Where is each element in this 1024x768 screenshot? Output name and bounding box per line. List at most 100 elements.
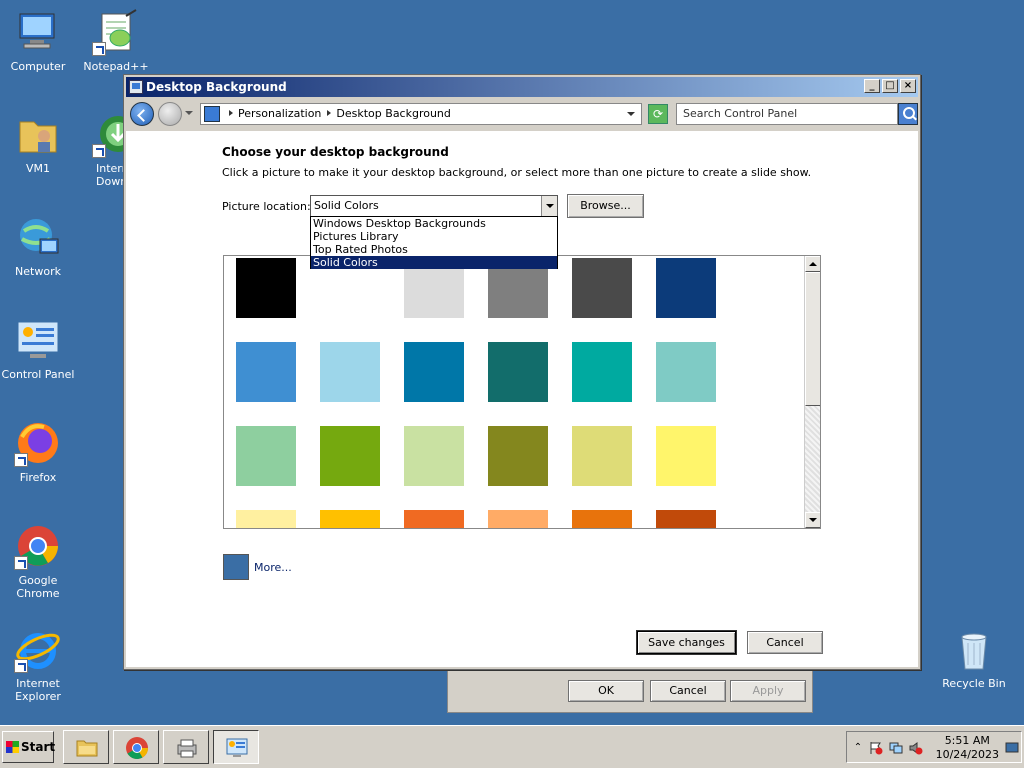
cancel-button[interactable]: Cancel: [747, 631, 823, 654]
breadcrumb-desktop-background[interactable]: Desktop Background: [336, 107, 451, 120]
apply-button[interactable]: Apply: [730, 680, 806, 702]
ok-button[interactable]: OK: [568, 680, 644, 702]
vertical-scrollbar[interactable]: [804, 256, 820, 528]
picture-location-select[interactable]: Solid Colors: [310, 195, 558, 217]
taskbar-network-printer[interactable]: [163, 730, 209, 764]
color-swatch-panel: [223, 255, 821, 529]
clock[interactable]: 5:51 AM 10/24/2023: [936, 734, 999, 762]
window-title: Desktop Background: [146, 80, 287, 94]
chevron-down-icon[interactable]: [627, 112, 635, 116]
volume-muted-icon[interactable]: [909, 741, 923, 755]
color-swatch[interactable]: [320, 342, 380, 402]
clock-time: 5:51 AM: [944, 734, 990, 747]
more-colors-swatch[interactable]: [223, 554, 249, 580]
main-content: Choose your desktop background Click a p…: [126, 131, 918, 667]
color-swatch[interactable]: [488, 342, 548, 402]
cancel-button[interactable]: Cancel: [650, 680, 726, 702]
breadcrumb-arrow-icon[interactable]: [229, 110, 233, 116]
desktop-icon-label: Notepad++: [83, 60, 149, 73]
forward-button[interactable]: [158, 102, 182, 126]
search-icon[interactable]: [898, 103, 918, 125]
browse-button[interactable]: Browse...: [567, 194, 644, 218]
shortcut-arrow-icon: [14, 453, 28, 467]
recent-pages-dropdown[interactable]: [185, 111, 193, 115]
picture-location-value: Solid Colors: [314, 199, 379, 212]
refresh-button[interactable]: ⟳: [648, 104, 668, 124]
scroll-thumb[interactable]: [805, 272, 820, 406]
dropdown-option[interactable]: Windows Desktop Backgrounds: [311, 217, 557, 230]
taskbar-control-panel[interactable]: [213, 730, 259, 764]
color-swatch[interactable]: [236, 426, 296, 486]
color-swatch[interactable]: [320, 510, 380, 528]
color-swatch[interactable]: [236, 342, 296, 402]
back-button[interactable]: [130, 102, 154, 126]
desktop-icon-internet-explorer[interactable]: Internet Explorer: [0, 625, 76, 703]
show-desktop-icon[interactable]: [1005, 741, 1019, 755]
notepadpp-icon: [92, 8, 140, 56]
color-swatch[interactable]: [404, 342, 464, 402]
color-swatch[interactable]: [236, 510, 296, 528]
chevron-down-icon[interactable]: [541, 196, 557, 216]
color-swatch[interactable]: [404, 510, 464, 528]
download-manager-icon: [92, 110, 124, 158]
breadcrumb-arrow-icon[interactable]: [327, 110, 332, 116]
title-bar[interactable]: Desktop Background _ □ ×: [126, 77, 918, 97]
desktop-background-window: Desktop Background _ □ × Personalization…: [123, 74, 921, 670]
close-button[interactable]: ×: [900, 79, 916, 93]
start-label: Start: [21, 740, 56, 754]
search-input[interactable]: Search Control Panel: [676, 103, 898, 125]
dropdown-option[interactable]: Pictures Library: [311, 230, 557, 243]
desktop-icon-computer[interactable]: Computer: [0, 8, 76, 73]
color-swatch[interactable]: [572, 258, 632, 318]
taskbar-file-explorer[interactable]: [63, 730, 109, 764]
color-swatch[interactable]: [572, 426, 632, 486]
scroll-down-arrow-icon[interactable]: [805, 512, 820, 528]
color-swatch[interactable]: [488, 426, 548, 486]
dropdown-option-selected[interactable]: Solid Colors: [311, 256, 557, 269]
shortcut-arrow-icon: [14, 556, 28, 570]
desktop-icon-label: Intern Downl: [96, 162, 124, 188]
save-changes-button[interactable]: Save changes: [637, 631, 736, 654]
window-app-icon: [129, 80, 143, 94]
color-swatch[interactable]: [572, 510, 632, 528]
color-swatch[interactable]: [404, 426, 464, 486]
desktop-icon-notepadpp[interactable]: Notepad++: [78, 8, 154, 73]
desktop-icon-firefox[interactable]: Firefox: [0, 419, 76, 484]
action-center-flag-icon[interactable]: [869, 741, 883, 755]
folder-icon: [76, 740, 98, 757]
maximize-button[interactable]: □: [882, 79, 898, 93]
desktop-icon-label: Internet Explorer: [15, 677, 61, 703]
control-panel-icon: [204, 106, 220, 122]
desktop-icon-idm[interactable]: Intern Downl: [78, 110, 124, 188]
taskbar-google-chrome[interactable]: [113, 730, 159, 764]
start-button[interactable]: Start: [2, 731, 56, 763]
breadcrumb[interactable]: Personalization Desktop Background: [200, 103, 642, 125]
printer-icon: [177, 739, 197, 758]
desktop-icon-network[interactable]: Network: [0, 213, 76, 278]
scroll-up-arrow-icon[interactable]: [805, 256, 820, 272]
dropdown-option[interactable]: Top Rated Photos: [311, 243, 557, 256]
breadcrumb-personalization[interactable]: Personalization: [238, 107, 321, 120]
color-swatch[interactable]: [656, 258, 716, 318]
desktop-icon-control-panel[interactable]: Control Panel: [0, 316, 76, 381]
color-swatch[interactable]: [656, 426, 716, 486]
color-swatch[interactable]: [488, 510, 548, 528]
desktop-icon-recycle-bin[interactable]: Recycle Bin: [936, 625, 1012, 690]
show-hidden-icons-icon[interactable]: ⌃: [851, 741, 865, 755]
color-swatch[interactable]: [320, 426, 380, 486]
more-colors-link[interactable]: More...: [254, 561, 292, 574]
desktop-icon-chrome[interactable]: Google Chrome: [0, 522, 76, 600]
network-icon: [14, 213, 62, 261]
network-status-icon[interactable]: [889, 741, 903, 755]
user-folder-icon: [14, 110, 62, 158]
desktop-icon-vm1[interactable]: VM1: [0, 110, 76, 175]
address-bar: Personalization Desktop Background ⟳ Sear…: [126, 99, 918, 129]
color-swatch[interactable]: [572, 342, 632, 402]
color-swatch[interactable]: [656, 510, 716, 528]
color-swatch[interactable]: [656, 342, 716, 402]
minimize-button[interactable]: _: [864, 79, 880, 93]
system-tray: ⌃ 5:51 AM 10/24/2023: [846, 731, 1022, 763]
color-swatch[interactable]: [236, 258, 296, 318]
clock-date: 10/24/2023: [935, 748, 999, 761]
computer-icon: [14, 8, 62, 56]
